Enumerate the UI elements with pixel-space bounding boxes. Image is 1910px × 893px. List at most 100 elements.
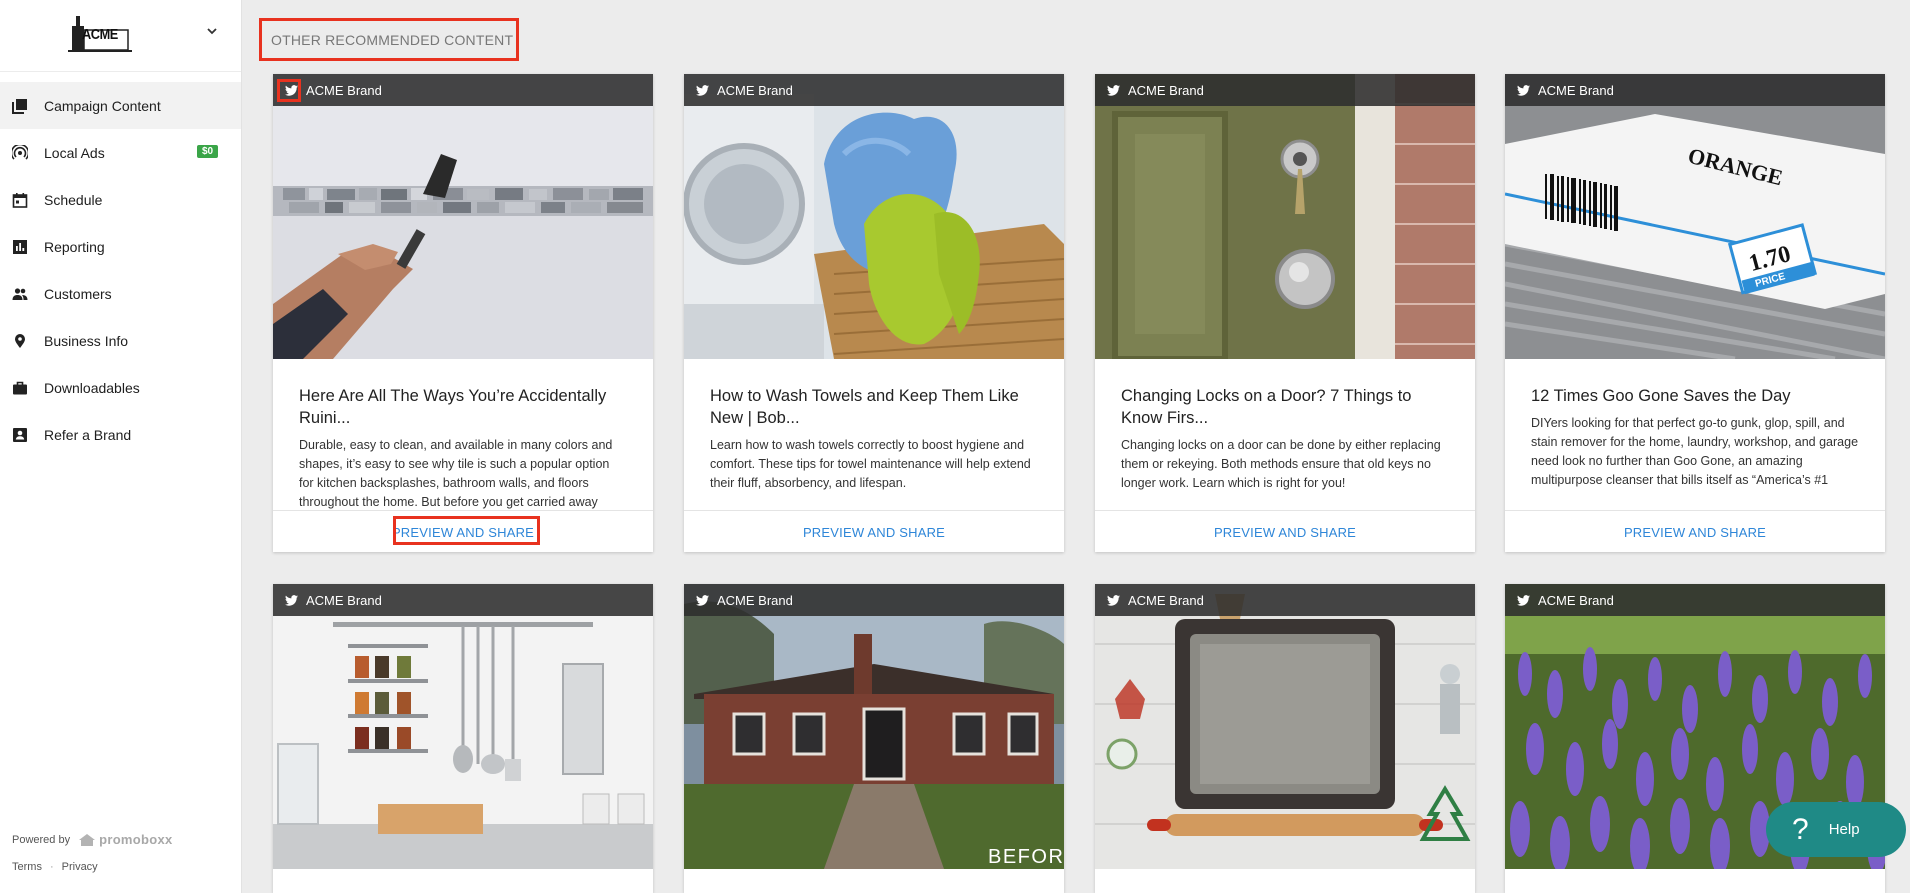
people-icon: [12, 286, 28, 302]
card-header: ACME Brand: [684, 584, 1064, 616]
twitter-icon: [696, 594, 709, 606]
logo-text: ACME: [82, 26, 118, 43]
twitter-icon: [285, 594, 298, 606]
sidebar-item-local-ads[interactable]: Local Ads $0: [0, 129, 241, 176]
promoboxx-house-icon: [79, 833, 96, 846]
card-image[interactable]: [1095, 74, 1475, 359]
sidebar-item-label: Local Ads: [44, 144, 105, 161]
sidebar-item-label: Customers: [44, 285, 112, 302]
sidebar-item-customers[interactable]: Customers: [0, 270, 241, 317]
tile-backsplash-image: [273, 74, 653, 359]
brand-name: ACME Brand: [1538, 82, 1614, 98]
preview-and-share-button[interactable]: PREVIEW AND SHARE: [803, 525, 945, 540]
brand-name: ACME Brand: [306, 82, 382, 98]
powered-by: Powered by promoboxx: [12, 832, 173, 847]
card-description: DIYers looking for that perfect go-to gu…: [1531, 416, 1859, 487]
preview-and-share-button[interactable]: PREVIEW AND SHARE: [1214, 525, 1356, 540]
twitter-icon: [1107, 594, 1120, 606]
preview-and-share-button[interactable]: PREVIEW AND SHARE: [1624, 525, 1766, 540]
sidebar-item-label: Downloadables: [44, 379, 140, 396]
card-header: ACME Brand: [1505, 584, 1885, 616]
sidebar-item-label: Business Info: [44, 332, 129, 349]
brick-house-image: [684, 584, 1064, 869]
twitter-icon: [1517, 594, 1530, 606]
terms-link[interactable]: Terms: [12, 861, 42, 873]
sidebar-item-refer-a-brand[interactable]: Refer a Brand: [0, 411, 241, 458]
card-header: ACME Brand: [1095, 74, 1475, 106]
content-card[interactable]: ACME Brand: [273, 584, 653, 893]
sidebar-item-business-info[interactable]: Business Info: [0, 317, 241, 364]
card-body: Changing Locks on a Door? 7 Things to Kn…: [1095, 359, 1475, 514]
card-body: Here Are All The Ways You’re Accidentall…: [273, 359, 653, 514]
door-lock-image: [1095, 74, 1475, 359]
card-header: ACME Brand: [1095, 584, 1475, 616]
card-title[interactable]: Here Are All The Ways You’re Accidentall…: [299, 385, 627, 429]
sidebar-item-label: Reporting: [44, 238, 105, 255]
card-header: ACME Brand: [273, 74, 653, 106]
location-pin-icon: [12, 333, 28, 349]
help-label: Help: [1828, 821, 1860, 838]
broadcast-icon: [12, 144, 28, 161]
card-description: Durable, easy to clean, and available in…: [299, 438, 613, 509]
promoboxx-label: promoboxx: [99, 832, 173, 847]
card-action-bar: PREVIEW AND SHARE: [273, 510, 653, 552]
highlight-box: [277, 79, 301, 102]
help-button[interactable]: ? Help: [1766, 802, 1906, 857]
card-body: How to Wash Towels and Keep Them Like Ne…: [684, 359, 1064, 514]
content-card[interactable]: ORANGE 1.70 PRICE ACME Brand 12 Times Go…: [1505, 74, 1885, 552]
brand-name: ACME Brand: [1128, 82, 1204, 98]
content-card[interactable]: ACME Brand Here Are All The Ways You’re …: [273, 74, 653, 552]
sidebar-nav: Campaign Content Local Ads $0 Schedule R…: [0, 82, 241, 458]
card-action-bar: PREVIEW AND SHARE: [1095, 510, 1475, 552]
logo-area: ACME: [0, 0, 241, 72]
before-label: BEFORE: [988, 846, 1064, 868]
card-title[interactable]: 12 Times Goo Gone Saves the Day: [1531, 385, 1859, 407]
card-description: Learn how to wash towels correctly to bo…: [710, 438, 1031, 490]
sidebar-item-reporting[interactable]: Reporting: [0, 223, 241, 270]
card-image[interactable]: [684, 74, 1064, 359]
twitter-icon: [1517, 84, 1530, 96]
sidebar-item-label: Campaign Content: [44, 97, 161, 114]
chevron-down-icon[interactable]: [203, 22, 221, 40]
budget-badge: $0: [197, 145, 219, 158]
twitter-icon: [1107, 84, 1120, 96]
help-question-icon: ?: [1792, 812, 1809, 846]
section-title: OTHER RECOMMENDED CONTENT: [259, 18, 519, 61]
promoboxx-logo[interactable]: promoboxx: [78, 832, 172, 847]
content-card[interactable]: ACME Brand How to Wash Towels and Keep T…: [684, 74, 1064, 552]
card-image[interactable]: ORANGE 1.70 PRICE: [1505, 74, 1885, 359]
card-image[interactable]: BEFORE: [684, 584, 1064, 869]
sidebar-item-campaign-content[interactable]: Campaign Content: [0, 82, 241, 129]
content-card[interactable]: ACME Brand: [1095, 584, 1475, 893]
highlight-box: [393, 516, 540, 545]
card-image[interactable]: [1095, 584, 1475, 869]
sidebar-item-schedule[interactable]: Schedule: [0, 176, 241, 223]
privacy-link[interactable]: Privacy: [62, 861, 98, 873]
sidebar-item-downloadables[interactable]: Downloadables: [0, 364, 241, 411]
powered-by-label: Powered by: [12, 833, 71, 846]
footer-separator: ·: [49, 861, 54, 873]
bar-chart-icon: [12, 239, 28, 255]
content-card[interactable]: BEFORE ACME Brand: [684, 584, 1064, 893]
content-card[interactable]: ACME Brand Changing Locks on a Door? 7 T…: [1095, 74, 1475, 552]
card-header: ACME Brand: [273, 584, 653, 616]
briefcase-icon: [12, 380, 28, 396]
card-action-bar: PREVIEW AND SHARE: [684, 510, 1064, 552]
sidebar-item-label: Schedule: [44, 191, 103, 208]
card-image[interactable]: [273, 584, 653, 869]
brand-name: ACME Brand: [1538, 592, 1614, 608]
contact-card-icon: [12, 427, 28, 443]
card-image[interactable]: [273, 74, 653, 359]
twitter-icon: [696, 84, 709, 96]
card-title[interactable]: How to Wash Towels and Keep Them Like Ne…: [710, 385, 1038, 429]
sidebar: ACME Campaign Content Local Ads $0 Sched…: [0, 0, 242, 893]
card-action-bar: PREVIEW AND SHARE: [1505, 510, 1885, 552]
towels-laundry-image: [684, 74, 1064, 359]
baking-tray-image: [1095, 584, 1475, 869]
card-description: Changing locks on a door can be done by …: [1121, 438, 1441, 490]
card-header: ACME Brand: [1505, 74, 1885, 106]
brand-name: ACME Brand: [717, 82, 793, 98]
price-label-image: [1505, 74, 1885, 359]
footer-links: Terms · Privacy: [12, 861, 98, 873]
card-title[interactable]: Changing Locks on a Door? 7 Things to Kn…: [1121, 385, 1449, 429]
